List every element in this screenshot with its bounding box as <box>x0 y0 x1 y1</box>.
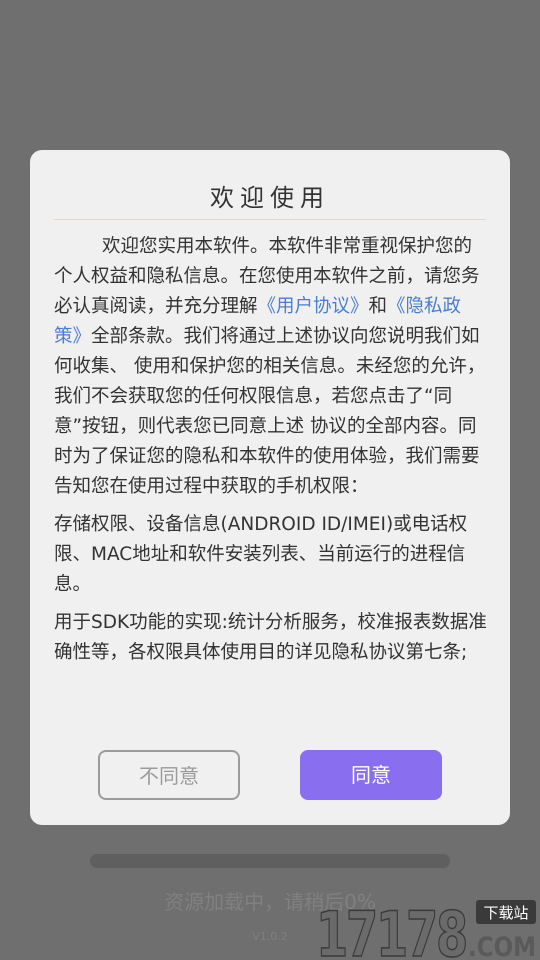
site-watermark-logo: 17178 下载站 .COM <box>316 897 536 960</box>
agree-button[interactable]: 同意 <box>300 750 442 800</box>
dialog-title: 欢迎使用 <box>210 184 330 212</box>
permissions-paragraph: 存储权限、设备信息(ANDROID ID/IMEI)或电话权限、MAC地址和软件… <box>54 514 468 595</box>
loading-progress-bar <box>90 854 450 868</box>
watermark-badge-text: 下载站 <box>483 904 528 922</box>
intro-text-continued: 全部条款。我们将通过上述协议向您说明我们如何收集、 使用和保护您的相关信息。未经… <box>54 326 486 497</box>
privacy-consent-dialog: 欢迎使用 欢迎您实用本软件。本软件非常重视保护您的个人权益和隐私信息。在您使用本… <box>30 150 510 825</box>
title-divider <box>54 219 486 220</box>
sdk-usage-paragraph: 用于SDK功能的实现:统计分析服务，校准报表数据准确性等，各权限具体使用目的详见… <box>54 612 487 663</box>
watermark-domain-text: .COM <box>468 932 536 960</box>
intro-paragraph: 欢迎您实用本软件。本软件非常重视保护您的个人权益和隐私信息。在您使用本软件之前，… <box>54 232 488 502</box>
user-agreement-link[interactable]: 《用户协议》 <box>258 296 369 317</box>
agreement-content: 欢迎您实用本软件。本软件非常重视保护您的个人权益和隐私信息。在您使用本软件之前，… <box>54 232 488 668</box>
disagree-button[interactable]: 不同意 <box>98 750 240 800</box>
conjunction-text: 和 <box>368 296 388 317</box>
watermark-logo-number: 17178 <box>316 898 466 960</box>
